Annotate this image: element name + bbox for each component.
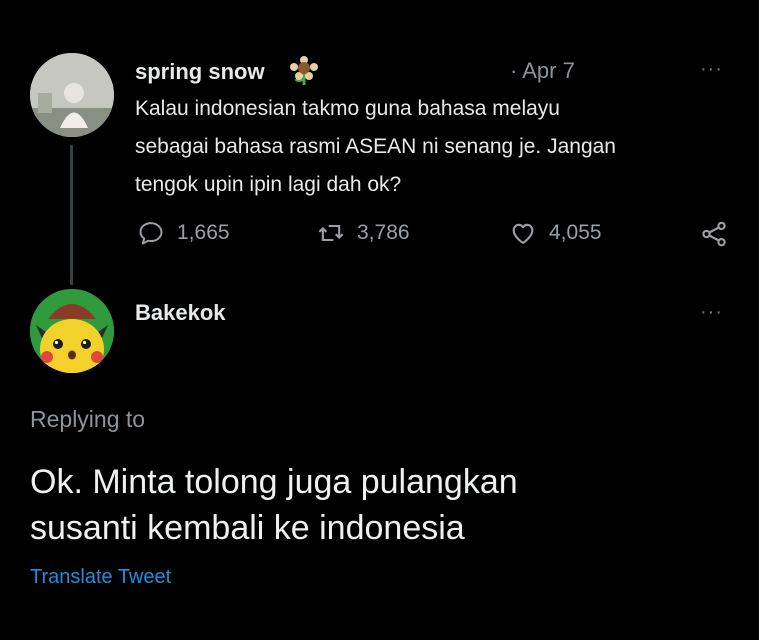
like-icon: [512, 223, 534, 244]
retweet-icon: [318, 224, 344, 242]
more-icon[interactable]: ···: [700, 301, 723, 324]
reply-tweet-text: Ok. Minta tolong juga pulangkan susanti …: [30, 459, 730, 551]
replying-to-label: Replying to: [30, 406, 146, 432]
original-author-name[interactable]: spring snow: [135, 59, 265, 85]
retweet-count: 3,786: [357, 221, 410, 244]
thread-connector-line: [70, 145, 73, 285]
share-icon: [702, 221, 726, 247]
bakekok-avatar[interactable]: [30, 289, 114, 373]
share-action[interactable]: [699, 219, 729, 254]
translate-tweet-link[interactable]: Translate Tweet: [30, 566, 171, 589]
more-icon[interactable]: ···: [700, 58, 723, 81]
original-tweet-text: Kalau indonesian takmo guna bahasa melay…: [135, 90, 735, 204]
reply-text-line: susanti kembali ke indonesia: [30, 509, 465, 547]
reply-author-name[interactable]: Bakekok: [135, 300, 226, 326]
reply-action[interactable]: 1,665: [137, 219, 230, 247]
reply-icon: [139, 222, 163, 245]
reply-count: 1,665: [177, 221, 230, 244]
tweet-text-line: sebagai bahasa rasmi ASEAN ni senang je.…: [135, 135, 616, 158]
pikachu-avatar-icon: [30, 289, 114, 373]
tweet-date[interactable]: · Apr 7: [510, 58, 575, 84]
like-action[interactable]: 4,055: [509, 219, 602, 247]
tweet-text-line: Kalau indonesian takmo guna bahasa melay…: [135, 97, 560, 120]
retweet-action[interactable]: 3,786: [317, 219, 410, 247]
like-count: 4,055: [549, 221, 602, 244]
tweet-text-line: tengok upin ipin lagi dah ok?: [135, 173, 402, 196]
avatar-photo-icon: [30, 53, 114, 137]
reply-text-line: Ok. Minta tolong juga pulangkan: [30, 463, 518, 501]
spring-snow-avatar[interactable]: [30, 53, 114, 137]
flower-emoji-icon: [290, 56, 318, 91]
